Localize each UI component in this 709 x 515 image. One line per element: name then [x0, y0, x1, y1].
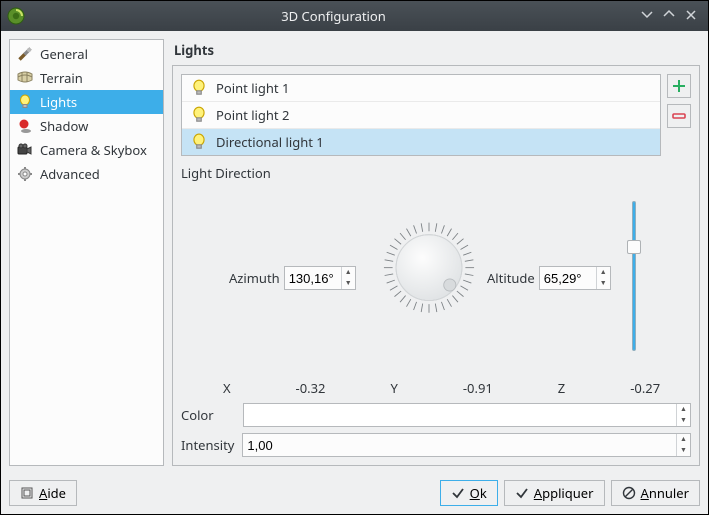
lights-list-row: Point light 1 Point light 2 Directional … — [181, 74, 691, 156]
light-item-label: Point light 2 — [216, 106, 289, 124]
sidebar-item-label: Terrain — [40, 69, 83, 87]
lights-buttons — [667, 74, 691, 156]
cancel-icon — [622, 486, 636, 500]
light-direction-label: Light Direction — [181, 162, 691, 182]
lightbulb-icon — [190, 106, 208, 124]
window-title: 3D Configuration — [31, 7, 636, 25]
color-label: Color — [181, 406, 235, 424]
check-icon — [451, 486, 465, 500]
lightbulb-icon — [16, 94, 34, 110]
intensity-spinbox[interactable]: ▲▼ — [242, 433, 691, 457]
intensity-row: Intensity ▲▼ — [181, 433, 691, 457]
maximize-button[interactable] — [658, 7, 680, 26]
plus-icon — [671, 78, 687, 94]
tools-icon — [16, 46, 34, 62]
sidebar-item-terrain[interactable]: Terrain — [10, 66, 163, 90]
altitude-label: Altitude — [487, 269, 535, 287]
altitude-spinbox[interactable]: ▲▼ — [539, 266, 611, 290]
app-icon — [7, 7, 25, 25]
titlebar: 3D Configuration — [1, 1, 708, 31]
lights-list[interactable]: Point light 1 Point light 2 Directional … — [181, 74, 661, 156]
dialog-body: General Terrain Lights Shadow Camera & S… — [1, 31, 708, 474]
y-value: -0.91 — [436, 379, 520, 397]
spin-arrows[interactable]: ▲▼ — [596, 267, 610, 289]
light-item[interactable]: Directional light 1 — [182, 129, 660, 155]
sidebar-item-label: General — [40, 45, 88, 63]
help-button[interactable]: Aide — [9, 480, 77, 506]
cancel-button-label: Annuler — [641, 484, 689, 502]
color-row: Color ▲▼ — [181, 403, 691, 427]
x-label: X — [185, 379, 269, 397]
azimuth-input[interactable] — [285, 267, 341, 289]
altitude-input[interactable] — [540, 267, 596, 289]
camera-icon — [16, 142, 34, 158]
light-item[interactable]: Point light 1 — [182, 75, 660, 102]
azimuth-dial[interactable] — [376, 198, 482, 304]
color-swatch-area — [244, 404, 676, 426]
spin-arrows[interactable]: ▲▼ — [676, 434, 690, 456]
minimize-button[interactable] — [636, 7, 658, 26]
light-item[interactable]: Point light 2 — [182, 102, 660, 129]
dropdown-icon[interactable]: ▲▼ — [676, 404, 690, 426]
apply-button-label: Appliquer — [534, 484, 594, 502]
azimuth-spinbox[interactable]: ▲▼ — [284, 266, 356, 290]
altitude-slider[interactable] — [625, 196, 643, 356]
dialog-buttons: Aide Ok Appliquer Annuler — [1, 474, 708, 514]
minus-icon — [671, 108, 687, 124]
sidebar-item-advanced[interactable]: Advanced — [10, 162, 163, 186]
check-icon — [515, 486, 529, 500]
lights-groupbox: Point light 1 Point light 2 Directional … — [172, 65, 700, 466]
x-value: -0.32 — [269, 379, 353, 397]
ok-button[interactable]: Ok — [440, 480, 498, 506]
lightbulb-icon — [190, 133, 208, 151]
sidebar-item-label: Camera & Skybox — [40, 141, 147, 159]
azimuth-row: Azimuth ▲▼ — [229, 266, 356, 290]
apply-button[interactable]: Appliquer — [504, 480, 605, 506]
sidebar-item-label: Advanced — [40, 165, 100, 183]
light-direction-area: Azimuth ▲▼ — [181, 188, 691, 397]
azimuth-label: Azimuth — [229, 269, 280, 287]
altitude-row: Altitude ▲▼ — [487, 266, 611, 290]
close-button[interactable] — [680, 7, 702, 26]
sidebar-item-label: Lights — [40, 93, 77, 111]
main-panel: Lights Point light 1 Point ligh — [172, 39, 700, 466]
z-label: Z — [520, 379, 604, 397]
intensity-input[interactable] — [243, 434, 676, 456]
intensity-label: Intensity — [181, 436, 234, 454]
color-picker[interactable]: ▲▼ — [243, 403, 691, 427]
sidebar-item-camera-skybox[interactable]: Camera & Skybox — [10, 138, 163, 162]
terrain-icon — [16, 70, 34, 86]
gear-icon — [16, 166, 34, 182]
light-item-label: Directional light 1 — [216, 133, 324, 151]
z-value: -0.27 — [603, 379, 687, 397]
ok-button-label: Ok — [470, 484, 487, 502]
panel-title: Lights — [172, 39, 700, 65]
y-label: Y — [352, 379, 436, 397]
spin-arrows[interactable]: ▲▼ — [341, 267, 355, 289]
sidebar-item-general[interactable]: General — [10, 42, 163, 66]
shadow-icon — [16, 118, 34, 134]
add-light-button[interactable] — [667, 74, 691, 98]
help-button-label: Aide — [39, 484, 66, 502]
sidebar-item-lights[interactable]: Lights — [10, 90, 163, 114]
remove-light-button[interactable] — [667, 104, 691, 128]
category-sidebar: General Terrain Lights Shadow Camera & S… — [9, 39, 164, 466]
lightbulb-icon — [190, 79, 208, 97]
sidebar-item-label: Shadow — [40, 117, 88, 135]
help-icon — [20, 486, 34, 500]
light-item-label: Point light 1 — [216, 79, 289, 97]
sidebar-item-shadow[interactable]: Shadow — [10, 114, 163, 138]
slider-handle[interactable] — [627, 240, 641, 254]
xyz-readout: X -0.32 Y -0.91 Z -0.27 — [181, 379, 691, 397]
cancel-button[interactable]: Annuler — [611, 480, 700, 506]
